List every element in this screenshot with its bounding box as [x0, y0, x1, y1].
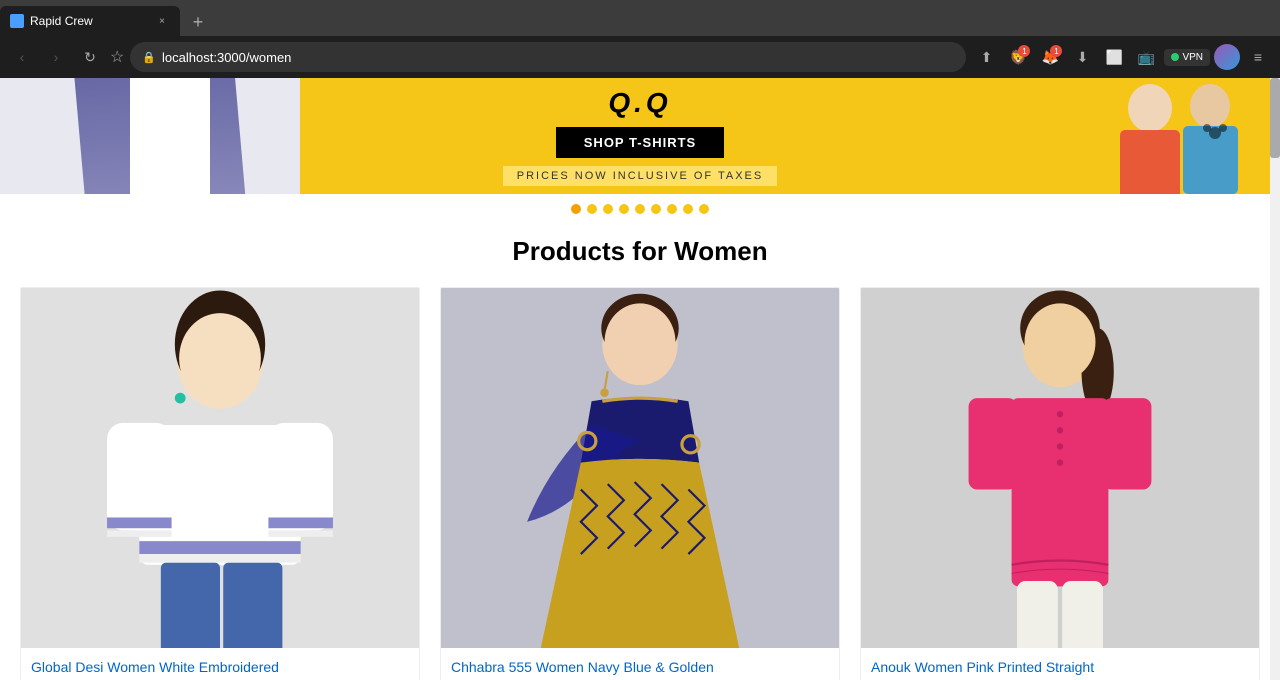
product-name-1: Global Desi Women White Embroidered [21, 648, 419, 680]
tab-bar: Rapid Crew × + [0, 0, 1280, 36]
page-content: Q.Q SHOP T-SHIRTS PRICES NOW INCLUSIVE O… [0, 78, 1280, 680]
product-image-2 [441, 288, 839, 648]
banner-right-image [900, 78, 1280, 194]
carousel-dot-7[interactable] [667, 204, 677, 214]
carousel-dot-6[interactable] [651, 204, 661, 214]
tab-favicon [10, 14, 24, 28]
back-button[interactable]: ‹ [8, 43, 36, 71]
reload-button[interactable]: ↻ [76, 43, 104, 71]
carousel-dot-1[interactable] [571, 204, 581, 214]
scrollbar-thumb[interactable] [1270, 78, 1280, 158]
carousel-dot-3[interactable] [603, 204, 613, 214]
product-image-1 [21, 288, 419, 648]
product-card-1[interactable]: Global Desi Women White Embroidered [20, 287, 420, 680]
address-bar[interactable]: 🔒 localhost:3000/women [130, 42, 966, 72]
nav-right-controls: ⬆ 🦁 1 🦊 1 ⬇ ⬜ 📺 VPN ≡ [972, 43, 1272, 71]
tab-close-button[interactable]: × [154, 13, 170, 29]
extension-btn-1[interactable]: 🦁 1 [1004, 43, 1032, 71]
carousel-dot-5[interactable] [635, 204, 645, 214]
browser-chrome: Rapid Crew × + ‹ › ↻ ☆ 🔒 localhost:3000/… [0, 0, 1280, 78]
download-icon[interactable]: ⬇ [1068, 43, 1096, 71]
banner-logo: Q.Q [608, 87, 671, 119]
shop-tshirts-button[interactable]: SHOP T-SHIRTS [556, 127, 724, 158]
url-text: localhost:3000/women [162, 50, 954, 65]
banner-left-image [0, 78, 300, 194]
tab-title: Rapid Crew [30, 14, 148, 28]
carousel-dot-8[interactable] [683, 204, 693, 214]
carousel-dot-2[interactable] [587, 204, 597, 214]
carousel-dots [0, 194, 1280, 220]
product-card-2[interactable]: Chhabra 555 Women Navy Blue & Golden [440, 287, 840, 680]
product-name-3: Anouk Women Pink Printed Straight [861, 648, 1259, 680]
banner-center: Q.Q SHOP T-SHIRTS PRICES NOW INCLUSIVE O… [503, 87, 777, 186]
extension-badge-2: 1 [1050, 45, 1062, 57]
banner: Q.Q SHOP T-SHIRTS PRICES NOW INCLUSIVE O… [0, 78, 1280, 194]
window-icon[interactable]: ⬜ [1100, 43, 1128, 71]
navigation-bar: ‹ › ↻ ☆ 🔒 localhost:3000/women ⬆ 🦁 1 🦊 1… [0, 36, 1280, 78]
products-grid: Global Desi Women White Embroidered [20, 287, 1260, 680]
banner-right-model [900, 78, 1280, 194]
product-3-svg [861, 288, 1259, 648]
banner-left-model [0, 78, 300, 194]
menu-icon[interactable]: ≡ [1244, 43, 1272, 71]
products-section: Products for Women [0, 220, 1280, 680]
cast-icon[interactable]: 📺 [1132, 43, 1160, 71]
product-name-2: Chhabra 555 Women Navy Blue & Golden [441, 648, 839, 680]
product-2-svg [441, 288, 839, 648]
vpn-button[interactable]: VPN [1164, 49, 1210, 66]
lock-icon: 🔒 [142, 51, 156, 64]
active-tab[interactable]: Rapid Crew × [0, 6, 180, 36]
new-tab-button[interactable]: + [184, 8, 212, 36]
product-1-svg [21, 288, 419, 648]
user-avatar[interactable] [1214, 44, 1240, 70]
scrollbar[interactable] [1270, 78, 1280, 680]
product-card-3[interactable]: Anouk Women Pink Printed Straight [860, 287, 1260, 680]
section-title: Products for Women [20, 220, 1260, 287]
share-icon[interactable]: ⬆ [972, 43, 1000, 71]
carousel-dot-4[interactable] [619, 204, 629, 214]
vpn-status-dot [1171, 53, 1179, 61]
vpn-label: VPN [1182, 52, 1203, 63]
extension-btn-2[interactable]: 🦊 1 [1036, 43, 1064, 71]
carousel-dot-9[interactable] [699, 204, 709, 214]
extension-badge-1: 1 [1018, 45, 1030, 57]
bookmark-button[interactable]: ☆ [110, 47, 124, 67]
banner-subtext: PRICES NOW INCLUSIVE OF TAXES [503, 166, 777, 186]
forward-button[interactable]: › [42, 43, 70, 71]
product-image-3 [861, 288, 1259, 648]
